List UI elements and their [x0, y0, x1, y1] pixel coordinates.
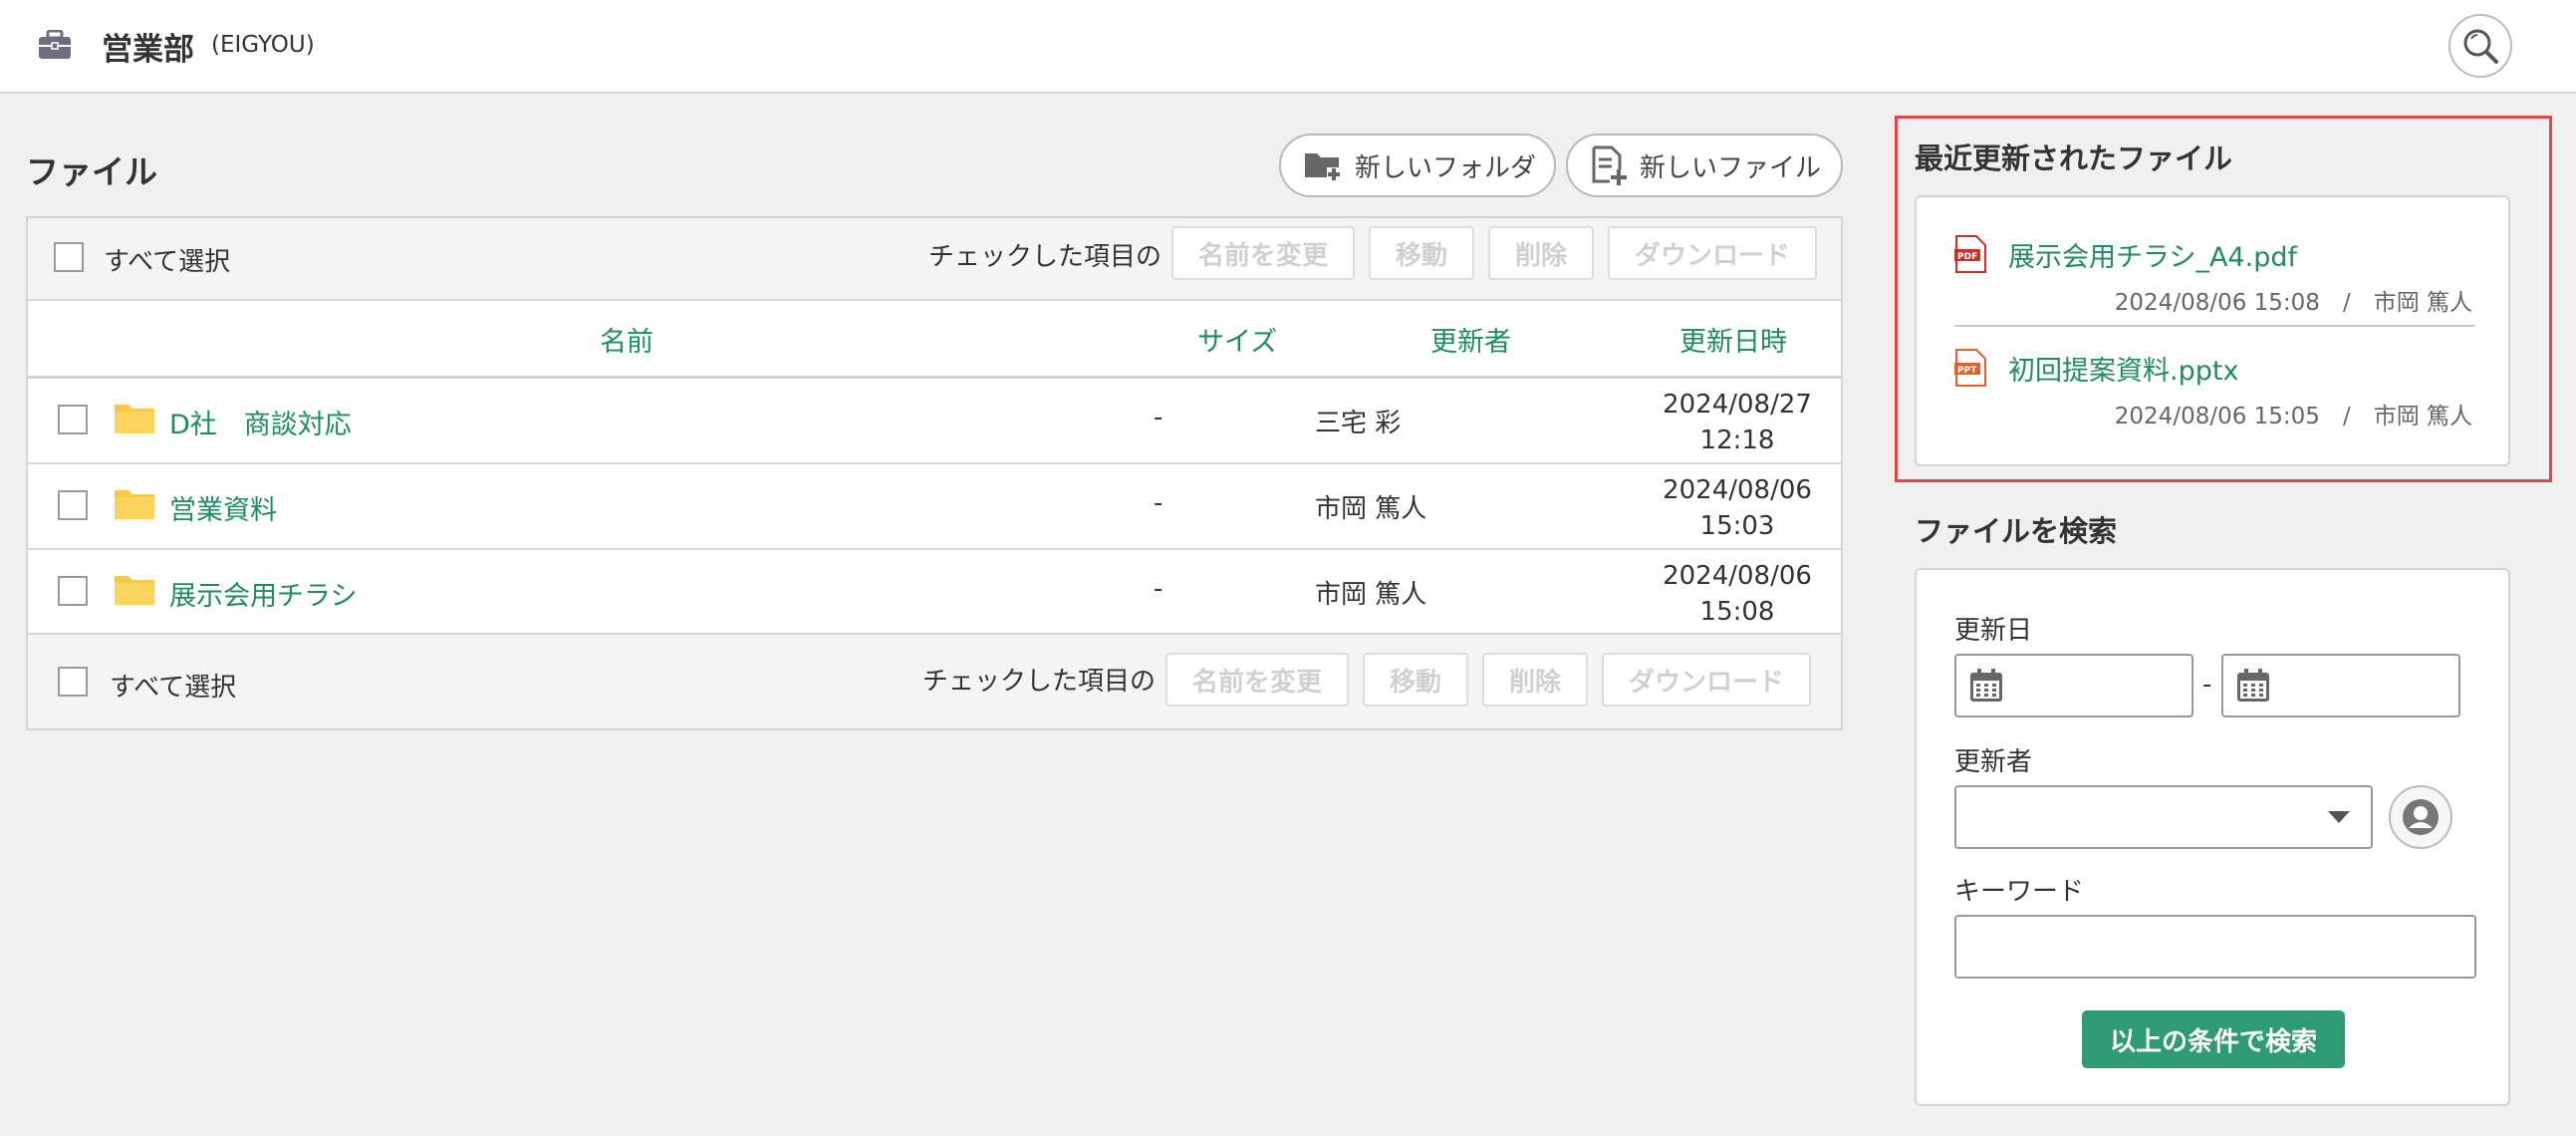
page-title: 営業部	[102, 32, 194, 68]
files-heading: ファイル	[26, 152, 157, 191]
row-name-link[interactable]: 営業資料	[169, 488, 277, 527]
download-button-bottom[interactable]: ダウンロード	[1602, 653, 1811, 707]
checked-items-label: チェックした項目の	[928, 242, 1162, 272]
column-header-name[interactable]: 名前	[600, 320, 653, 359]
select-all-label: すべて選択	[104, 247, 231, 277]
date-to-input[interactable]	[2221, 654, 2460, 717]
rename-button[interactable]: 名前を変更	[1171, 226, 1355, 280]
table-row: 営業資料 - 市岡 篤人 2024/08/06 15:03	[28, 464, 1841, 550]
recent-divider	[1954, 325, 2474, 327]
chevron-down-icon	[2328, 811, 2350, 823]
download-button[interactable]: ダウンロード	[1608, 226, 1817, 280]
delete-button[interactable]: 削除	[1488, 226, 1594, 280]
row-checkbox[interactable]	[58, 576, 88, 606]
recent-file-meta: 2024/08/06 15:05 / 市岡 篤人	[2114, 404, 2472, 429]
new-file-label: 新しいファイル	[1640, 152, 1822, 183]
new-file-icon	[1592, 145, 1627, 185]
recent-file-meta: 2024/08/06 15:08 / 市岡 篤人	[2114, 290, 2472, 316]
search-form: 更新日 - 更新者 キーワード 以上の条件で検索	[1915, 568, 2510, 1106]
row-size: -	[1154, 574, 1163, 604]
row-name-link[interactable]: 展示会用チラシ	[169, 574, 357, 613]
app-header: 営業部 (EIGYOU)	[0, 0, 2576, 94]
keyword-label: キーワード	[1954, 877, 2085, 907]
svg-text:PPT: PPT	[1957, 366, 1977, 376]
search-icon	[2463, 29, 2498, 64]
row-user: 三宅 彩	[1315, 409, 1402, 438]
column-header-size[interactable]: サイズ	[1197, 320, 1277, 359]
row-user: 市岡 篤人	[1315, 580, 1427, 610]
search-submit-button[interactable]: 以上の条件で検索	[2082, 1010, 2345, 1068]
column-header-date[interactable]: 更新日時	[1679, 320, 1787, 359]
row-date-day: 2024/08/06	[1663, 475, 1812, 505]
rename-button-bottom[interactable]: 名前を変更	[1165, 653, 1349, 707]
folder-icon	[115, 576, 154, 605]
briefcase-icon	[39, 30, 71, 59]
row-date-time: 15:08	[1699, 597, 1775, 627]
page-subtitle: (EIGYOU)	[211, 32, 315, 58]
move-button-bottom[interactable]: 移動	[1363, 653, 1468, 707]
row-date: 2024/08/06 15:03	[1648, 472, 1827, 544]
table-toolbar-top: すべて選択 チェックした項目の 名前を変更 移動 削除 ダウンロード	[28, 218, 1841, 301]
user-picker-button[interactable]	[2389, 785, 2452, 849]
calendar-icon	[2237, 669, 2269, 702]
user-label: 更新者	[1954, 747, 2033, 777]
recent-file-link[interactable]: 展示会用チラシ_A4.pdf	[2008, 235, 2297, 274]
new-folder-label: 新しいフォルダ	[1355, 152, 1537, 183]
row-date: 2024/08/06 15:08	[1648, 558, 1827, 630]
select-all-label-bottom: すべて選択	[110, 673, 237, 703]
file-table: すべて選択 チェックした項目の 名前を変更 移動 削除 ダウンロード 名前 サイ…	[26, 216, 1843, 730]
folder-icon	[115, 405, 154, 433]
row-size: -	[1154, 488, 1163, 518]
date-label: 更新日	[1954, 616, 2033, 646]
svg-text:PDF: PDF	[1957, 252, 1977, 262]
row-name-link[interactable]: D社 商談対応	[169, 403, 352, 441]
recent-file-link[interactable]: 初回提案資料.pptx	[2008, 349, 2238, 388]
date-separator: -	[2202, 670, 2212, 700]
table-row: 展示会用チラシ - 市岡 篤人 2024/08/06 15:08	[28, 550, 1841, 636]
row-date: 2024/08/27 12:18	[1648, 387, 1827, 458]
row-size: -	[1154, 403, 1163, 432]
move-button[interactable]: 移動	[1369, 226, 1474, 280]
row-checkbox[interactable]	[58, 490, 88, 520]
column-header-user[interactable]: 更新者	[1430, 320, 1511, 359]
ppt-file-icon: PPT	[1954, 349, 1986, 387]
recent-files-heading: 最近更新されたファイル	[1915, 142, 2233, 175]
row-date-day: 2024/08/27	[1663, 390, 1812, 420]
calendar-icon	[1970, 669, 2002, 702]
folder-icon	[115, 490, 154, 519]
keyword-input[interactable]	[1954, 915, 2476, 979]
row-date-day: 2024/08/06	[1663, 561, 1812, 591]
new-folder-button[interactable]: 新しいフォルダ	[1279, 134, 1556, 197]
header-search-button[interactable]	[2448, 14, 2512, 78]
row-user: 市岡 篤人	[1315, 494, 1427, 524]
date-from-input[interactable]	[1954, 654, 2193, 717]
new-folder-icon	[1305, 153, 1341, 181]
table-toolbar-bottom: すべて選択 チェックした項目の 名前を変更 移動 削除 ダウンロード	[28, 633, 1841, 728]
search-files-heading: ファイルを検索	[1915, 514, 2118, 548]
user-select[interactable]	[1954, 785, 2373, 849]
checked-items-label-bottom: チェックした項目の	[922, 667, 1157, 697]
delete-button-bottom[interactable]: 削除	[1482, 653, 1588, 707]
row-date-time: 15:03	[1699, 511, 1775, 541]
select-all-checkbox-bottom[interactable]	[58, 667, 88, 697]
row-date-time: 12:18	[1699, 426, 1775, 455]
table-row: D社 商談対応 - 三宅 彩 2024/08/27 12:18	[28, 379, 1841, 464]
pdf-file-icon: PDF	[1954, 235, 1986, 273]
new-file-button[interactable]: 新しいファイル	[1566, 134, 1843, 197]
user-icon	[2403, 799, 2439, 835]
row-checkbox[interactable]	[58, 405, 88, 434]
select-all-checkbox[interactable]	[54, 242, 84, 272]
recent-files-list: PDF 展示会用チラシ_A4.pdf 2024/08/06 15:08 / 市岡…	[1915, 195, 2510, 466]
